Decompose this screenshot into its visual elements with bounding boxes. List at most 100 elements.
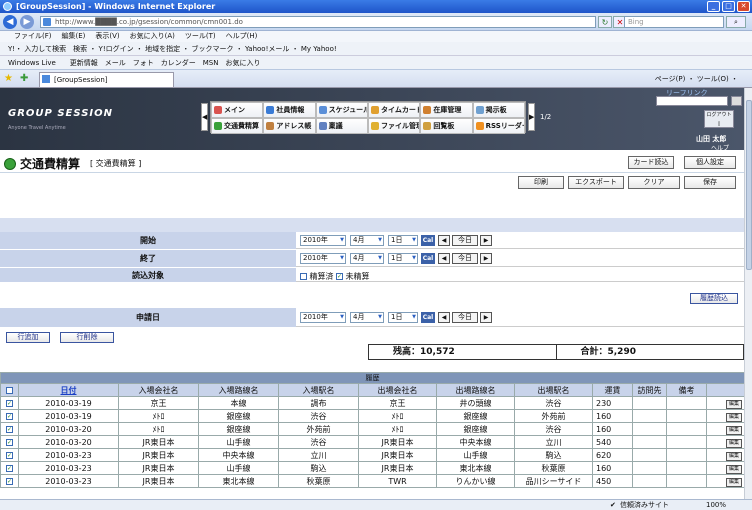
plugin-icon [370,122,379,130]
zone-label: 信頼済みサイト [620,501,669,509]
plugin-menu-item-7[interactable]: アドレス帳 [263,118,316,134]
back-button[interactable]: ◀ [3,15,17,29]
edit-row-button[interactable]: 編集 [725,464,742,474]
plugin-menu-item-0[interactable]: メイン [211,102,264,118]
menu-item-2[interactable]: 表示(V) [95,31,119,42]
menu-next-arrow[interactable]: ▶ [528,103,535,131]
plugin-menu-item-6[interactable]: 交通費精算 [211,118,264,134]
edit-row-button[interactable]: 編集 [725,399,742,409]
apply-month-select[interactable]: 4月 [350,312,384,323]
delete-row-button[interactable]: 行削除 [60,332,114,343]
plugin-menu-item-1[interactable]: 社員情報 [263,102,316,118]
tab-icon [42,75,50,83]
gs-logo[interactable]: GROUP SESSION Anyone Travel Anytime [8,109,113,132]
end-today-button[interactable]: 今日 [452,253,478,264]
apply-day-select[interactable]: 1日 [388,312,418,323]
plugin-menu-item-11[interactable]: RSSリーダー [472,118,525,134]
row-checkbox[interactable]: ✓ [6,451,13,459]
row-checkbox[interactable]: ✓ [6,399,13,407]
apply-today-button[interactable]: 今日 [452,312,478,323]
clear-button[interactable]: クリア [628,176,680,189]
column-header-1: 入場会社名 [118,383,199,397]
start-month-select[interactable]: 4月 [350,235,384,246]
export-button[interactable]: エクスポート [568,176,624,189]
minimize-button[interactable]: _ [707,1,720,12]
help-link[interactable]: ヘルプ [711,143,729,152]
menu-item-1[interactable]: 編集(E) [62,31,86,42]
apply-year-select[interactable]: 2010年 [300,312,346,323]
unsettled-checkbox[interactable]: ✓ 未精算 [336,271,370,282]
add-favorites-icon[interactable]: ✚ [20,73,28,84]
plugin-menu-item-10[interactable]: 回覧板 [420,118,473,134]
close-button[interactable]: ✕ [737,1,750,12]
scrollbar-thumb[interactable] [746,100,752,270]
url-input[interactable]: http://www.████.co.jp/gsession/common/cm… [40,16,596,28]
search-button[interactable]: ⌕ [726,16,746,28]
table-cell: 620 [592,448,633,462]
row-checkbox[interactable]: ✓ [6,425,13,433]
personal-settings-button[interactable]: 個人設定 [684,156,736,169]
plugin-menu-item-9[interactable]: ファイル管理 [367,118,421,134]
forward-button[interactable]: ▶ [20,15,34,29]
menu-item-4[interactable]: ツール(T) [185,31,216,42]
edit-row-button[interactable]: 編集 [725,477,742,487]
apply-calendar-button[interactable]: Cal [421,312,435,323]
row-checkbox[interactable]: ✓ [6,477,13,485]
edit-row-button[interactable]: 編集 [725,451,742,461]
logout-button[interactable]: ログアウト ▯ [704,110,734,128]
plugin-menu-item-3[interactable]: タイムカード [367,102,421,118]
end-calendar-button[interactable]: Cal [421,253,435,264]
menu-item-3[interactable]: お気に入り(A) [130,31,175,42]
history-read-button[interactable]: 履歴読込 [690,293,738,304]
menu-prev-arrow[interactable]: ◀ [201,103,208,131]
menu-item-0[interactable]: ファイル(F) [14,31,52,42]
plugin-menu-item-2[interactable]: スケジュール [315,102,368,118]
select-all-checkbox[interactable] [6,386,13,394]
search-input[interactable]: Bing [624,16,724,28]
end-day-select[interactable]: 1日 [388,253,418,264]
plugin-menu-item-4[interactable]: 在庫管理 [420,102,473,118]
print-button[interactable]: 印刷 [518,176,564,189]
column-header-0[interactable]: 日付 [18,383,119,397]
start-calendar-button[interactable]: Cal [421,235,435,246]
card-read-button[interactable]: カード読込 [628,156,674,169]
edit-row-button[interactable]: 編集 [725,412,742,422]
apply-prev-day-button[interactable]: ◀ [438,312,450,323]
end-next-day-button[interactable]: ▶ [480,253,492,264]
plugin-menu-item-8[interactable]: 稟議 [315,118,368,134]
maximize-button[interactable]: □ [722,1,735,12]
leaf-link-button[interactable] [731,96,742,106]
start-next-day-button[interactable]: ▶ [480,235,492,246]
plugin-menu-item-5[interactable]: 掲示板 [472,102,525,118]
zoom-level[interactable]: 100% [706,500,726,510]
edit-row-button[interactable]: 編集 [725,438,742,448]
add-row-button[interactable]: 行追加 [6,332,50,343]
start-year-select[interactable]: 2010年 [300,235,346,246]
refresh-button[interactable]: ↻ [598,16,612,28]
leaf-link-input[interactable] [656,96,728,106]
table-cell: 銀座線 [198,422,279,436]
save-button[interactable]: 保存 [684,176,736,189]
start-prev-day-button[interactable]: ◀ [438,235,450,246]
row-checkbox[interactable]: ✓ [6,412,13,420]
start-today-button[interactable]: 今日 [452,235,478,246]
yahoo-toolbar-text[interactable]: Y!・ 入力して検索 検索 ・ Y!ログイン ・ 地域を指定 ・ ブックマーク … [0,45,337,53]
wl-toolbar-text[interactable]: Windows Live 更新情報 メール フォト カレンダー MSN お気に入… [0,59,261,67]
end-year-select[interactable]: 2010年 [300,253,346,264]
edit-row-button[interactable]: 編集 [725,425,742,435]
end-prev-day-button[interactable]: ◀ [438,253,450,264]
apply-next-day-button[interactable]: ▶ [480,312,492,323]
start-day-select[interactable]: 1日 [388,235,418,246]
row-checkbox[interactable]: ✓ [6,438,13,446]
tab-tools[interactable]: ページ(P) ・ ツール(O) ・ [655,74,738,84]
tab-label: [GroupSession] [54,76,108,84]
row-checkbox[interactable]: ✓ [6,464,13,472]
menu-item-5[interactable]: ヘルプ(H) [226,31,258,42]
tab-groupsession[interactable]: [GroupSession] [39,72,174,87]
vertical-scrollbar[interactable] [744,88,752,499]
column-header-label: 入場駅名 [302,385,335,395]
page-subtitle: [ 交通費精算 ] [90,159,142,168]
favorites-star-icon[interactable]: ★ [4,73,13,84]
settled-checkbox[interactable]: 精算済 [300,271,334,282]
end-month-select[interactable]: 4月 [350,253,384,264]
